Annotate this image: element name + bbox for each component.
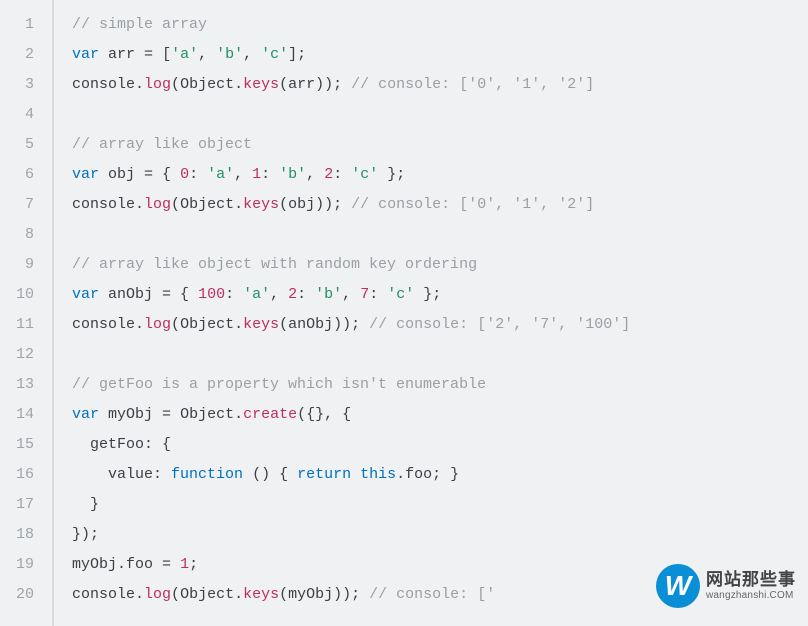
code-area: // simple array var arr = ['a', 'b', 'c'… [54, 0, 808, 626]
watermark-text: 网站那些事 wangzhanshi.COM [706, 571, 796, 601]
watermark-title: 网站那些事 [706, 571, 796, 590]
code-line [72, 220, 808, 250]
line-number: 7 [0, 190, 44, 220]
line-number: 17 [0, 490, 44, 520]
code-editor: 1 2 3 4 5 6 7 8 9 10 11 12 13 14 15 16 1… [0, 0, 808, 626]
line-number: 8 [0, 220, 44, 250]
line-number: 1 [0, 10, 44, 40]
code-line: // simple array [72, 10, 808, 40]
line-number: 12 [0, 340, 44, 370]
code-line [72, 340, 808, 370]
code-line [72, 100, 808, 130]
code-line: var obj = { 0: 'a', 1: 'b', 2: 'c' }; [72, 160, 808, 190]
code-line: var arr = ['a', 'b', 'c']; [72, 40, 808, 70]
line-number: 10 [0, 280, 44, 310]
code-line: console.log(Object.keys(anObj)); // cons… [72, 310, 808, 340]
code-line: } [72, 490, 808, 520]
line-number: 20 [0, 580, 44, 610]
code-line: console.log(Object.keys(arr)); // consol… [72, 70, 808, 100]
line-number: 15 [0, 430, 44, 460]
line-number: 9 [0, 250, 44, 280]
line-number: 3 [0, 70, 44, 100]
watermark-badge-icon: W [656, 564, 700, 608]
line-number: 19 [0, 550, 44, 580]
code-line: // array like object [72, 130, 808, 160]
watermark: W 网站那些事 wangzhanshi.COM [656, 564, 796, 608]
line-gutter: 1 2 3 4 5 6 7 8 9 10 11 12 13 14 15 16 1… [0, 0, 54, 626]
code-line: // getFoo is a property which isn't enum… [72, 370, 808, 400]
line-number: 18 [0, 520, 44, 550]
line-number: 2 [0, 40, 44, 70]
line-number: 13 [0, 370, 44, 400]
code-line: getFoo: { [72, 430, 808, 460]
line-number: 4 [0, 100, 44, 130]
watermark-url: wangzhanshi.COM [706, 590, 796, 601]
line-number: 6 [0, 160, 44, 190]
code-line: console.log(Object.keys(obj)); // consol… [72, 190, 808, 220]
code-line: }); [72, 520, 808, 550]
line-number: 11 [0, 310, 44, 340]
line-number: 5 [0, 130, 44, 160]
code-line: // array like object with random key ord… [72, 250, 808, 280]
line-number: 16 [0, 460, 44, 490]
code-line: var anObj = { 100: 'a', 2: 'b', 7: 'c' }… [72, 280, 808, 310]
code-line: var myObj = Object.create({}, { [72, 400, 808, 430]
code-line: value: function () { return this.foo; } [72, 460, 808, 490]
line-number: 14 [0, 400, 44, 430]
